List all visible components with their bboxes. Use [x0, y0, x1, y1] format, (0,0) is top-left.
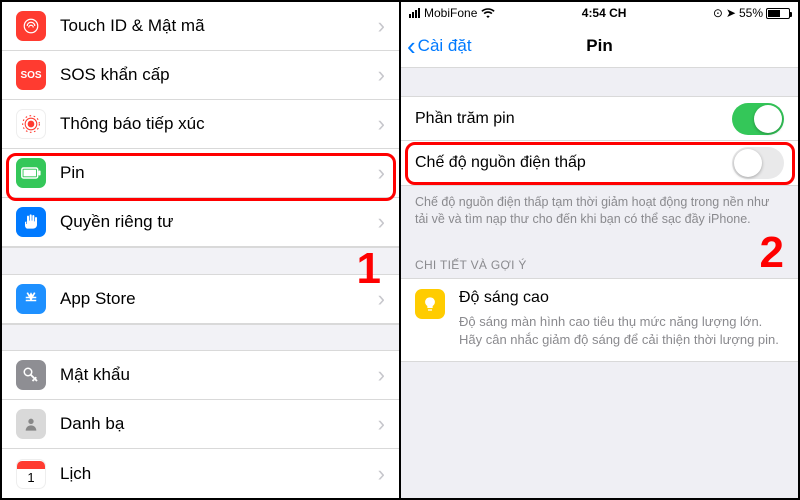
chevron-right-icon: ›	[378, 111, 385, 137]
insight-desc: Độ sáng màn hình cao tiêu thụ mức năng l…	[459, 313, 784, 357]
insights-header: CHI TIẾT VÀ GỢI Ý	[401, 242, 798, 278]
status-bar: MobiFone 4:54 CH ⊙ ➤ 55%	[401, 2, 798, 24]
settings-row-battery[interactable]: Pin ›	[2, 149, 399, 198]
battery-detail-pane: MobiFone 4:54 CH ⊙ ➤ 55% ‹ Cài đặt Pin	[401, 2, 798, 498]
step1-number: 1	[357, 244, 381, 294]
wifi-icon	[481, 8, 495, 18]
settings-row-appstore[interactable]: App Store ›	[2, 275, 399, 324]
battery-percentage-toggle[interactable]	[732, 103, 784, 135]
chevron-right-icon: ›	[378, 62, 385, 88]
row-label: App Store	[60, 289, 372, 309]
nav-bar: ‹ Cài đặt Pin	[401, 24, 798, 68]
settings-row-privacy[interactable]: Quyền riêng tư ›	[2, 198, 399, 247]
alarm-icon: ⊙	[713, 6, 723, 20]
brightness-insight[interactable]: Độ sáng cao Độ sáng màn hình cao tiêu th…	[401, 278, 798, 362]
battery-icon	[16, 158, 46, 188]
section-gap	[2, 247, 399, 274]
section-gap	[2, 324, 399, 351]
row-label: Thông báo tiếp xúc	[60, 114, 372, 134]
chevron-right-icon: ›	[378, 461, 385, 487]
low-power-mode-row[interactable]: Chế độ nguồn điện thấp	[401, 141, 798, 186]
chevron-right-icon: ›	[378, 411, 385, 437]
insight-title: Độ sáng cao	[459, 289, 784, 307]
battery-scroll[interactable]: Phần trăm pin Chế độ nguồn điện thấp Chế…	[401, 68, 798, 498]
battery-percent: 55%	[739, 6, 763, 20]
touchid-icon	[16, 11, 46, 41]
settings-row-touchid[interactable]: Touch ID & Mật mã ›	[2, 2, 399, 51]
row-label: Danh bạ	[60, 414, 372, 434]
chevron-right-icon: ›	[378, 13, 385, 39]
step2-number: 2	[760, 228, 784, 278]
back-button[interactable]: ‹ Cài đặt	[401, 33, 472, 59]
row-label: Mật khẩu	[60, 365, 372, 385]
bulb-icon	[415, 289, 445, 319]
settings-row-passwords[interactable]: Mật khẩu ›	[2, 351, 399, 400]
settings-row-sos[interactable]: SOS SOS khẩn cấp ›	[2, 51, 399, 100]
row-label: SOS khẩn cấp	[60, 65, 372, 85]
sos-icon: SOS	[16, 60, 46, 90]
exposure-icon	[16, 109, 46, 139]
signal-bars-icon	[409, 8, 420, 18]
chevron-right-icon: ›	[378, 209, 385, 235]
battery-percentage-row[interactable]: Phần trăm pin	[401, 96, 798, 141]
settings-row-contacts[interactable]: Danh bạ ›	[2, 400, 399, 449]
hand-icon	[16, 207, 46, 237]
chevron-right-icon: ›	[378, 160, 385, 186]
low-power-mode-toggle[interactable]	[732, 147, 784, 179]
row-label: Pin	[60, 163, 372, 183]
chevron-left-icon: ‹	[407, 33, 416, 59]
chevron-right-icon: ›	[378, 362, 385, 388]
low-power-footer: Chế độ nguồn điện thấp tạm thời giảm hoạ…	[401, 186, 798, 242]
location-icon: ➤	[726, 6, 736, 20]
calendar-icon: 1	[16, 459, 46, 489]
battery-status-icon	[766, 8, 790, 19]
row-label: Touch ID & Mật mã	[60, 16, 372, 36]
appstore-icon	[16, 284, 46, 314]
setting-label: Phần trăm pin	[415, 110, 732, 128]
back-label: Cài đặt	[418, 36, 472, 56]
settings-list-pane: Touch ID & Mật mã › SOS SOS khẩn cấp › T…	[2, 2, 401, 498]
carrier-label: MobiFone	[424, 6, 477, 20]
contacts-icon	[16, 409, 46, 439]
key-icon	[16, 360, 46, 390]
status-time: 4:54 CH	[495, 6, 712, 20]
settings-row-calendar[interactable]: 1 Lịch ›	[2, 449, 399, 498]
row-label: Lịch	[60, 464, 372, 484]
setting-label: Chế độ nguồn điện thấp	[415, 154, 732, 172]
row-label: Quyền riêng tư	[60, 212, 372, 232]
settings-row-exposure[interactable]: Thông báo tiếp xúc ›	[2, 100, 399, 149]
